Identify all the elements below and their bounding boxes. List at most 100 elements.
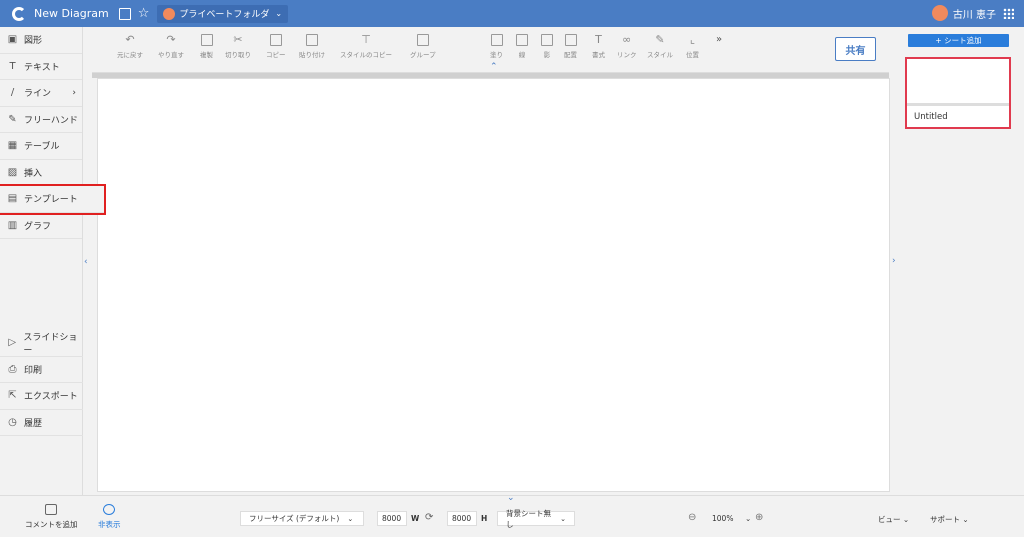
sidebar-item-label: テキスト (24, 62, 60, 73)
comment-icon (45, 504, 58, 515)
image-insert-icon: ▨ (7, 166, 18, 178)
swap-dimensions-icon[interactable]: ⟳ (425, 512, 433, 523)
clipboard-icon (306, 34, 318, 46)
group-button[interactable]: グループ (410, 34, 436, 59)
chevron-down-icon: ⌄ (347, 514, 354, 523)
print-icon: ⎙ (8, 363, 17, 375)
cut-button[interactable]: ✂ 切り取り (225, 33, 251, 60)
duplicate-button[interactable]: 複製 (200, 34, 213, 59)
share-button[interactable]: 共有 (835, 37, 876, 61)
chevron-down-icon[interactable]: ⌄ (507, 493, 515, 503)
sidebar-bottom: ▷ スライドショー ⎙ 印刷 ⇱ エクスポート ◷ 履歴 (0, 330, 83, 436)
drawing-canvas[interactable] (97, 78, 890, 492)
sheet-preview (907, 59, 1009, 106)
undo-icon: ↶ (125, 33, 135, 46)
apps-grid-icon[interactable] (1003, 8, 1014, 19)
sidebar-item-text[interactable]: T テキスト (0, 54, 82, 80)
style-copy-label: スタイルのコピー (340, 51, 392, 59)
more-tools-button[interactable]: » (716, 34, 722, 45)
copy-icon (269, 34, 282, 46)
image-icon[interactable] (118, 7, 131, 20)
width-input[interactable]: 8000 (377, 511, 407, 526)
view-menu[interactable]: ビュー ⌄ (878, 514, 909, 525)
style-copy-button[interactable]: ⊤ スタイルのコピー (340, 34, 392, 60)
sidebar-item-template[interactable]: ▤ テンプレート (0, 184, 106, 215)
background-select[interactable]: 背景シート無し ⌄ (497, 509, 575, 529)
support-menu[interactable]: サポート ⌄ (930, 514, 969, 525)
sidebar-item-slideshow[interactable]: ▷ スライドショー (0, 330, 83, 357)
sidebar-item-table[interactable]: ▦ テーブル (0, 133, 82, 160)
shadow-label: 影 (543, 51, 551, 59)
arrange-label: 配置 (564, 51, 577, 59)
add-comment-label: コメントを追加 (25, 520, 78, 529)
width-value: 8000 (382, 514, 402, 523)
undo-button[interactable]: ↶ 元に戻す (117, 33, 143, 60)
copy-button[interactable]: コピー (266, 34, 286, 59)
sidebar-item-export[interactable]: ⇱ エクスポート (0, 383, 83, 410)
star-icon[interactable]: ☆ (138, 7, 150, 20)
add-comment-button[interactable]: コメントを追加 (25, 504, 78, 530)
page-size-value: フリーサイズ (デフォルト) (249, 514, 340, 523)
link-label: リンク (617, 51, 637, 59)
chevron-right-icon[interactable]: › (72, 88, 76, 98)
sheet-thumbnail[interactable]: Untitled (905, 57, 1011, 129)
table-icon: ▦ (7, 140, 18, 152)
fill-label: 塗り (490, 51, 503, 59)
user-menu[interactable]: 古川 恵子 (931, 5, 996, 21)
sidebar-item-label: ライン (24, 89, 52, 100)
height-input[interactable]: 8000 (447, 511, 477, 526)
zoom-out-icon[interactable]: ⊖ (688, 512, 696, 523)
style-button[interactable]: ✎ スタイル (647, 34, 673, 60)
zoom-value[interactable]: 100% (712, 514, 733, 523)
eye-icon (103, 504, 116, 515)
fill-button[interactable]: 塗り (490, 34, 503, 59)
redo-label: やり直す (158, 51, 184, 59)
arrange-icon (564, 34, 577, 46)
page-size-select[interactable]: フリーサイズ (デフォルト) ⌄ (240, 511, 364, 526)
line-button[interactable]: 線 (516, 34, 528, 59)
sidebar-item-label: テンプレート (24, 195, 78, 206)
copy-label: コピー (266, 51, 286, 59)
sheets-panel: + シート追加 Untitled (897, 27, 1024, 495)
duplicate-label: 複製 (200, 51, 213, 59)
height-label: H (481, 514, 488, 523)
sidebar-item-history[interactable]: ◷ 履歴 (0, 410, 83, 436)
fill-icon (490, 34, 503, 46)
text-icon: T (9, 60, 16, 72)
app-logo-icon[interactable] (12, 6, 26, 21)
top-bar: New Diagram ☆ プライベートフォルダ ⌄ 古川 恵子 (0, 0, 1024, 27)
shapes-icon: ▣ (7, 34, 18, 46)
folder-selector[interactable]: プライベートフォルダ ⌄ (157, 4, 289, 23)
diagram-title[interactable]: New Diagram (34, 7, 109, 20)
sidebar-item-print[interactable]: ⎙ 印刷 (0, 357, 83, 383)
sidebar-item-freehand[interactable]: ✎ フリーハンド (0, 107, 82, 133)
format-button[interactable]: T 書式 (592, 34, 605, 60)
sidebar-item-label: スライドショー (23, 332, 78, 356)
sidebar-item-shapes[interactable]: ▣ 図形 (0, 27, 82, 54)
footer-bar: ⌄ コメントを追加 非表示 フリーサイズ (デフォルト) ⌄ 8000 W ⟳ 8… (0, 493, 1024, 537)
add-sheet-button[interactable]: + シート追加 (908, 34, 1009, 47)
expand-right-icon[interactable]: › (892, 256, 896, 266)
collapse-toolbar-icon[interactable]: ⌃ (490, 62, 498, 72)
left-sidebar: ▣ 図形 T テキスト / ライン › ✎ フリーハンド ▦ テーブル ▨ 挿入 ▤ テンプレー… (0, 27, 106, 495)
line-style-icon (516, 34, 528, 46)
arrange-button[interactable]: 配置 (564, 34, 577, 59)
user-name: 古川 恵子 (952, 9, 996, 21)
hide-button[interactable]: 非表示 (98, 504, 121, 530)
position-button[interactable]: ⌞ 位置 (686, 34, 699, 60)
paste-button[interactable]: 貼り付け (299, 34, 325, 59)
zoom-dropdown-icon[interactable]: ⌄ (745, 514, 751, 523)
scissors-icon: ✂ (233, 33, 243, 46)
sidebar-item-chart[interactable]: ▥ グラフ (0, 213, 82, 239)
sidebar-item-line[interactable]: / ライン › (0, 80, 82, 107)
history-icon: ◷ (8, 416, 17, 428)
redo-button[interactable]: ↷ やり直す (158, 34, 184, 60)
link-button[interactable]: ∞ リンク (617, 34, 637, 60)
sheet-name: Untitled (914, 112, 948, 122)
zoom-in-icon[interactable]: ⊕ (755, 512, 763, 523)
shadow-button[interactable]: 影 (541, 34, 553, 59)
collapse-left-icon[interactable]: ‹ (84, 257, 88, 267)
export-icon: ⇱ (8, 390, 17, 402)
sidebar-item-insert[interactable]: ▨ 挿入 (0, 160, 82, 186)
chevron-down-icon: ⌄ (275, 9, 283, 18)
